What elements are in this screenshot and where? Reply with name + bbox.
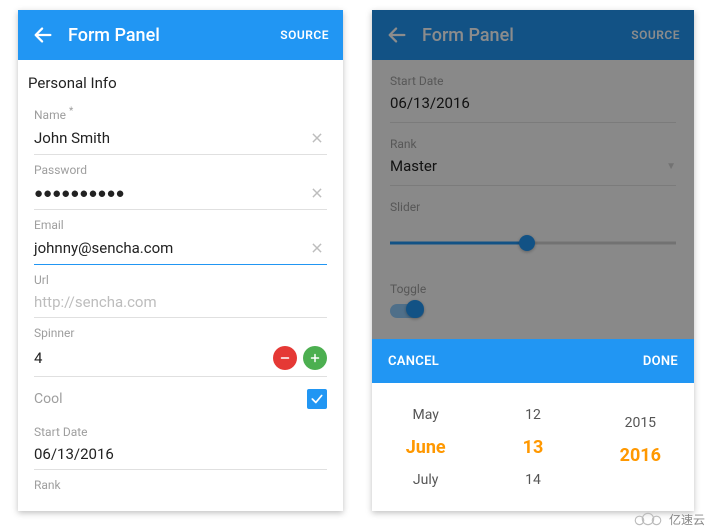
year-wheel[interactable]: 2015 2016 xyxy=(587,383,694,511)
url-input[interactable]: http://sencha.com xyxy=(34,293,327,311)
field-start-date: Start Date 06/13/2016 xyxy=(18,419,343,472)
day-next[interactable]: 14 xyxy=(525,472,541,488)
spinner-input[interactable]: 4 xyxy=(34,349,267,367)
app-header: Form Panel SOURCE xyxy=(18,10,343,60)
url-label: Url xyxy=(34,273,327,287)
field-url: Url http://sencha.com xyxy=(18,267,343,320)
done-button[interactable]: DONE xyxy=(643,354,678,369)
year-selected[interactable]: 2016 xyxy=(620,445,661,466)
email-label: Email xyxy=(34,218,327,232)
clear-icon[interactable] xyxy=(307,183,327,203)
field-name: Name * John Smith xyxy=(18,100,343,157)
cancel-button[interactable]: CANCEL xyxy=(388,354,439,369)
form-panel-screen-right: Form Panel SOURCE Start Date 06/13/2016 … xyxy=(372,10,694,511)
field-cool: Cool xyxy=(18,379,343,419)
header-title: Form Panel xyxy=(68,25,280,46)
spinner-decrement-button[interactable] xyxy=(273,346,297,370)
picker-toolbar: CANCEL DONE xyxy=(372,339,694,383)
month-wheel[interactable]: May June July xyxy=(372,383,479,511)
rank-label: Rank xyxy=(34,478,327,492)
field-rank: Rank xyxy=(18,472,343,496)
spinner-label: Spinner xyxy=(34,326,327,340)
cool-checkbox[interactable] xyxy=(307,389,327,409)
field-email: Email johnny@sencha.com xyxy=(18,212,343,267)
month-selected[interactable]: June xyxy=(406,437,446,458)
back-arrow-icon[interactable] xyxy=(32,24,54,46)
watermark: 亿速云 xyxy=(631,510,705,528)
day-wheel[interactable]: 12 13 14 xyxy=(479,383,586,511)
form-body: Personal Info Name * John Smith Password… xyxy=(18,60,343,511)
name-input[interactable]: John Smith xyxy=(34,129,307,147)
field-password: Password ●●●●●●●●●● xyxy=(18,157,343,212)
password-input[interactable]: ●●●●●●●●●● xyxy=(34,184,307,202)
source-button[interactable]: SOURCE xyxy=(280,28,329,42)
start-date-input[interactable]: 06/13/2016 xyxy=(34,445,327,463)
email-input[interactable]: johnny@sencha.com xyxy=(34,239,307,257)
start-date-label: Start Date xyxy=(34,425,327,439)
field-spinner: Spinner 4 xyxy=(18,320,343,379)
form-panel-screen-left: Form Panel SOURCE Personal Info Name * J… xyxy=(18,10,343,511)
name-label: Name * xyxy=(34,106,327,122)
clear-icon[interactable] xyxy=(307,238,327,258)
section-heading: Personal Info xyxy=(18,60,343,100)
date-picker: CANCEL DONE May June July 12 13 14 2015 … xyxy=(372,339,694,511)
day-prev[interactable]: 12 xyxy=(525,407,541,423)
cloud-icon xyxy=(631,510,665,528)
cool-label: Cool xyxy=(34,391,63,407)
day-selected[interactable]: 13 xyxy=(523,437,544,458)
month-next[interactable]: July xyxy=(413,472,438,488)
password-label: Password xyxy=(34,163,327,177)
year-prev[interactable]: 2015 xyxy=(625,415,656,431)
clear-icon[interactable] xyxy=(307,128,327,148)
spinner-increment-button[interactable] xyxy=(303,346,327,370)
month-prev[interactable]: May xyxy=(412,407,438,423)
